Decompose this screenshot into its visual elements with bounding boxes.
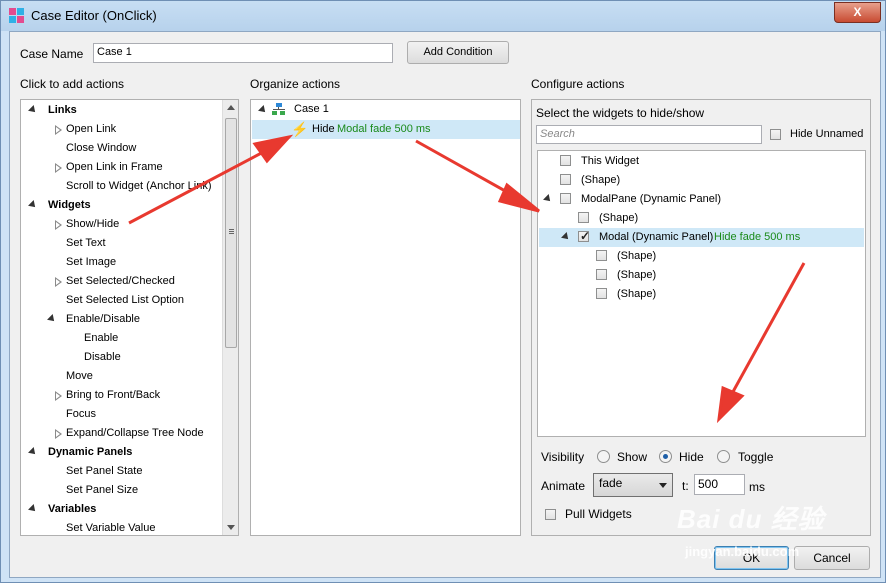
arrow-to-organize-head [252, 134, 294, 164]
case-editor-window: Case Editor (OnClick) X Case Name Case 1… [0, 0, 886, 583]
arrow-to-organize [128, 147, 270, 225]
watermark-url: jingyan.baidu.com [685, 544, 800, 559]
arrow-to-settings [727, 262, 806, 400]
annotation-arrows [128, 134, 806, 424]
arrow-to-settings-head [716, 385, 745, 424]
arrow-to-modal-head [497, 182, 540, 213]
watermark-brand: Bai du 经验 [677, 504, 825, 534]
